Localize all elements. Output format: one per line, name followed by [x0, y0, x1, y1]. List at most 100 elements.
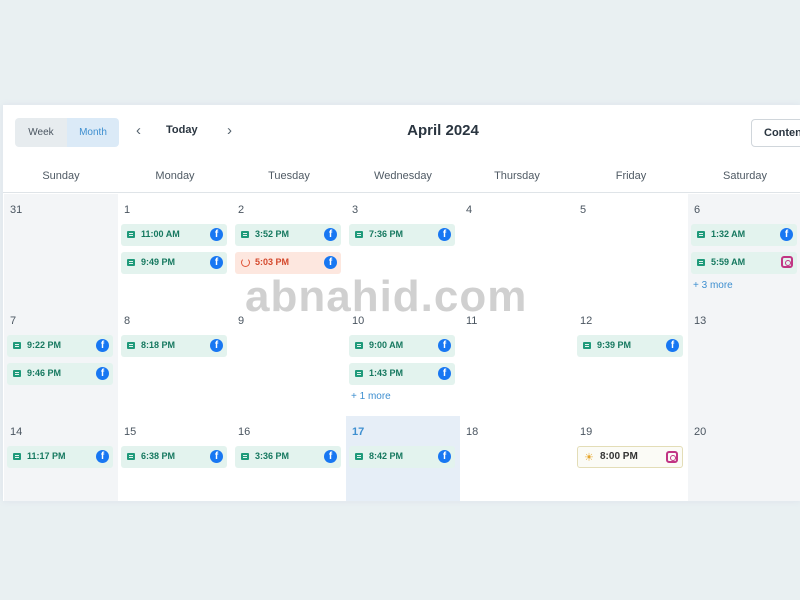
calendar-event[interactable]: 9:00 AM f: [349, 335, 455, 357]
day-cell[interactable]: 31: [4, 194, 118, 305]
content-button[interactable]: Conten: [751, 119, 800, 147]
weekday-header-5: Friday: [615, 170, 647, 182]
weekday-header-4: Thursday: [494, 170, 540, 182]
month-title: April 2024: [407, 122, 479, 139]
day-cell[interactable]: 7 9:22 PM f 9:46 PM f: [4, 305, 118, 416]
day-cell[interactable]: 3 7:36 PM f: [346, 194, 460, 305]
facebook-icon: f: [324, 256, 337, 269]
event-time: 1:43 PM: [369, 368, 404, 378]
day-cell[interactable]: 10 9:00 AM f 1:43 PM f + 1 more: [346, 305, 460, 416]
event-time: 3:52 PM: [255, 229, 290, 239]
day-cell[interactable]: 12 9:39 PM f: [574, 305, 688, 416]
day-cell[interactable]: 16 3:36 PM f: [232, 416, 346, 501]
calendar-event[interactable]: 6:38 PM f: [121, 446, 227, 468]
calendar-event[interactable]: 1:32 AM f: [691, 224, 797, 246]
instagram-icon: [781, 256, 793, 268]
facebook-icon: f: [210, 256, 223, 269]
event-time: 8:18 PM: [141, 340, 176, 350]
facebook-icon: f: [210, 228, 223, 241]
calendar-event[interactable]: 5:03 PM f: [235, 252, 341, 274]
weekday-header-3: Wednesday: [374, 170, 432, 182]
day-cell[interactable]: 19 ☀ 8:00 PM: [574, 416, 688, 501]
calendar-event[interactable]: 5:59 AM: [691, 252, 797, 274]
day-cell[interactable]: 4: [460, 194, 574, 305]
post-icon: [697, 259, 705, 266]
day-number: 12: [580, 315, 593, 327]
day-number: 15: [124, 426, 137, 438]
day-number: 7: [10, 315, 17, 327]
facebook-icon: f: [96, 450, 109, 463]
day-number: 2: [238, 204, 245, 216]
day-number: 4: [466, 204, 473, 216]
day-cell[interactable]: 14 11:17 PM f: [4, 416, 118, 501]
event-time: 9:00 AM: [369, 340, 404, 350]
calendar-event[interactable]: 3:36 PM f: [235, 446, 341, 468]
day-cell[interactable]: 6 1:32 AM f 5:59 AM + 3 more: [688, 194, 800, 305]
day-number: 18: [466, 426, 479, 438]
calendar-event[interactable]: 8:18 PM f: [121, 335, 227, 357]
day-cell[interactable]: 2 3:52 PM f 5:03 PM f: [232, 194, 346, 305]
post-icon: [355, 342, 363, 349]
calendar-event[interactable]: 9:46 PM f: [7, 363, 113, 385]
calendar-event[interactable]: 3:52 PM f: [235, 224, 341, 246]
day-number: 14: [10, 426, 23, 438]
calendar-event[interactable]: 9:22 PM f: [7, 335, 113, 357]
day-cell[interactable]: 5: [574, 194, 688, 305]
facebook-icon: f: [438, 228, 451, 241]
day-cell[interactable]: 13: [688, 305, 800, 416]
day-cell[interactable]: 1 11:00 AM f 9:49 PM f: [118, 194, 232, 305]
calendar-event[interactable]: ☀ 8:00 PM: [577, 446, 683, 468]
facebook-icon: f: [666, 339, 679, 352]
facebook-icon: f: [96, 367, 109, 380]
day-cell[interactable]: 9: [232, 305, 346, 416]
calendar-event[interactable]: 1:43 PM f: [349, 363, 455, 385]
day-number: 31: [10, 204, 23, 216]
facebook-icon: f: [210, 339, 223, 352]
event-time: 9:39 PM: [597, 340, 632, 350]
day-number: 5: [580, 204, 587, 216]
day-number: 13: [694, 315, 707, 327]
day-number: 20: [694, 426, 707, 438]
day-number: 16: [238, 426, 251, 438]
event-time: 11:17 PM: [27, 451, 66, 461]
calendar-event[interactable]: 9:39 PM f: [577, 335, 683, 357]
calendar-event[interactable]: 9:49 PM f: [121, 252, 227, 274]
day-cell[interactable]: 17 8:42 PM f: [346, 416, 460, 501]
day-cell[interactable]: 15 6:38 PM f: [118, 416, 232, 501]
day-cell[interactable]: 11: [460, 305, 574, 416]
post-icon: [127, 231, 135, 238]
post-icon: [127, 259, 135, 266]
day-cell[interactable]: 18: [460, 416, 574, 501]
event-time: 9:46 PM: [27, 368, 62, 378]
post-icon: [241, 453, 249, 460]
post-icon: [13, 342, 21, 349]
day-number: 19: [580, 426, 593, 438]
post-icon: [13, 453, 21, 460]
facebook-icon: f: [438, 367, 451, 380]
facebook-icon: f: [780, 228, 793, 241]
day-cell[interactable]: 20: [688, 416, 800, 501]
event-time: 1:32 AM: [711, 229, 746, 239]
day-number: 1: [124, 204, 131, 216]
post-icon: [697, 231, 705, 238]
calendar-event[interactable]: 11:00 AM f: [121, 224, 227, 246]
post-icon: [127, 453, 135, 460]
calendar-event[interactable]: 8:42 PM f: [349, 446, 455, 468]
more-events-link[interactable]: + 1 more: [351, 391, 391, 402]
weekday-header-row: Sunday Monday Tuesday Wednesday Thursday Frid…: [3, 163, 800, 193]
failed-post-icon: [241, 258, 250, 267]
facebook-icon: f: [438, 450, 451, 463]
calendar-event[interactable]: 7:36 PM f: [349, 224, 455, 246]
more-events-link[interactable]: + 3 more: [693, 280, 733, 291]
post-icon: [355, 231, 363, 238]
facebook-icon: f: [324, 228, 337, 241]
post-icon: [355, 453, 363, 460]
calendar-event[interactable]: 11:17 PM f: [7, 446, 113, 468]
facebook-icon: f: [210, 450, 223, 463]
event-time: 6:38 PM: [141, 451, 176, 461]
weekday-header-1: Monday: [155, 170, 195, 182]
event-time: 8:42 PM: [369, 451, 404, 461]
day-cell[interactable]: 8 8:18 PM f: [118, 305, 232, 416]
day-number: 17: [352, 426, 365, 438]
post-icon: [127, 342, 135, 349]
